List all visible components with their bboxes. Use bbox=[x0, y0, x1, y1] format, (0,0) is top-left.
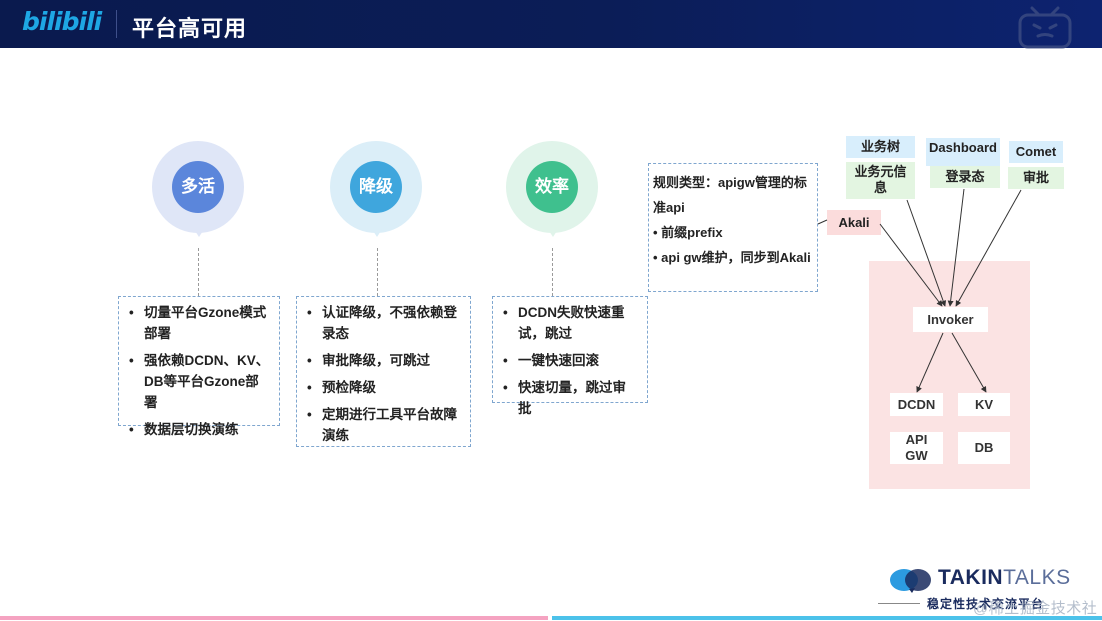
list-item: 预检降级 bbox=[305, 377, 462, 398]
business-meta-tag: 业务元信息 bbox=[846, 162, 915, 199]
business-tree-tag: 业务树 bbox=[846, 136, 915, 158]
page-title: 平台高可用 bbox=[132, 16, 248, 41]
connector-line bbox=[377, 248, 378, 296]
circle-efficiency: 效率 bbox=[506, 141, 606, 251]
circle-label: 多活 bbox=[172, 161, 224, 213]
list-item: 定期进行工具平台故障演练 bbox=[305, 404, 462, 446]
list-item: 认证降级，不强依赖登录态 bbox=[305, 302, 462, 344]
list-item: 审批降级，可跳过 bbox=[305, 350, 462, 371]
degrade-box: 认证降级，不强依赖登录态 审批降级，可跳过 预检降级 定期进行工具平台故障演练 bbox=[296, 296, 471, 447]
brand-talks: TALKS bbox=[1003, 566, 1071, 589]
circle-multi-active: 多活 bbox=[152, 141, 252, 251]
bottom-accent-pink bbox=[0, 616, 548, 620]
list-item: 数据层切换演练 bbox=[127, 419, 271, 440]
multi-active-box: 切量平台Gzone模式部署 强依赖DCDN、KV、DB等平台Gzone部署 数据… bbox=[118, 296, 280, 440]
list-item: 一键快速回滚 bbox=[501, 350, 639, 371]
circle-degrade: 降级 bbox=[330, 141, 430, 251]
title-divider bbox=[116, 10, 117, 38]
rule-sync-text: • api gw维护，同步到Akali bbox=[653, 250, 811, 265]
list-item: 强依赖DCDN、KV、DB等平台Gzone部署 bbox=[127, 350, 271, 413]
bottom-accent-blue bbox=[552, 616, 1102, 620]
list-item: 快速切量，跳过审批 bbox=[501, 377, 639, 419]
tv-mascot-icon bbox=[1018, 6, 1072, 49]
api-gw-node: API GW bbox=[890, 432, 943, 464]
db-node: DB bbox=[958, 432, 1010, 464]
circle-pointer bbox=[368, 223, 386, 237]
comet-tag: Comet bbox=[1009, 141, 1063, 163]
approval-tag: 审批 bbox=[1008, 167, 1064, 189]
slide: bilibili 平台高可用 多活 降级 效率 • 切量平台Gzone模式部署 … bbox=[0, 0, 1102, 621]
dcdn-node: DCDN bbox=[890, 393, 943, 416]
takin-talks-brand: TAKINTALKS bbox=[938, 566, 1071, 590]
header-bar: bilibili 平台高可用 bbox=[0, 0, 1102, 49]
footer-divider bbox=[878, 603, 920, 604]
takin-logo-icon bbox=[890, 569, 931, 593]
kv-node: KV bbox=[958, 393, 1010, 416]
circle-pointer bbox=[190, 223, 208, 237]
rule-prefix-text: • 前缀prefix bbox=[653, 225, 723, 240]
circle-label: 降级 bbox=[350, 161, 402, 213]
connector-line bbox=[552, 248, 553, 296]
rule-type-text: 规则类型：apigw管理的标准api bbox=[653, 175, 807, 215]
dashboard-tag: Dashboard bbox=[926, 138, 1000, 166]
efficiency-box: DCDN失败快速重试，跳过 一键快速回滚 快速切量，跳过审批 bbox=[492, 296, 648, 416]
list-item: 切量平台Gzone模式部署 bbox=[127, 302, 271, 344]
invoker-node: Invoker bbox=[913, 307, 988, 332]
login-state-tag: 登录态 bbox=[930, 166, 1000, 188]
brand-takin: TAKIN bbox=[938, 566, 1004, 589]
bilibili-logo: bilibili bbox=[22, 7, 102, 36]
list-item: DCDN失败快速重试，跳过 bbox=[501, 302, 639, 344]
connector-line bbox=[198, 248, 199, 296]
circle-pointer bbox=[544, 223, 562, 237]
rule-type-box: 规则类型：apigw管理的标准api • 前缀prefix • api gw维护… bbox=[648, 163, 818, 292]
circle-label: 效率 bbox=[526, 161, 578, 213]
akali-node: Akali bbox=[827, 210, 881, 235]
